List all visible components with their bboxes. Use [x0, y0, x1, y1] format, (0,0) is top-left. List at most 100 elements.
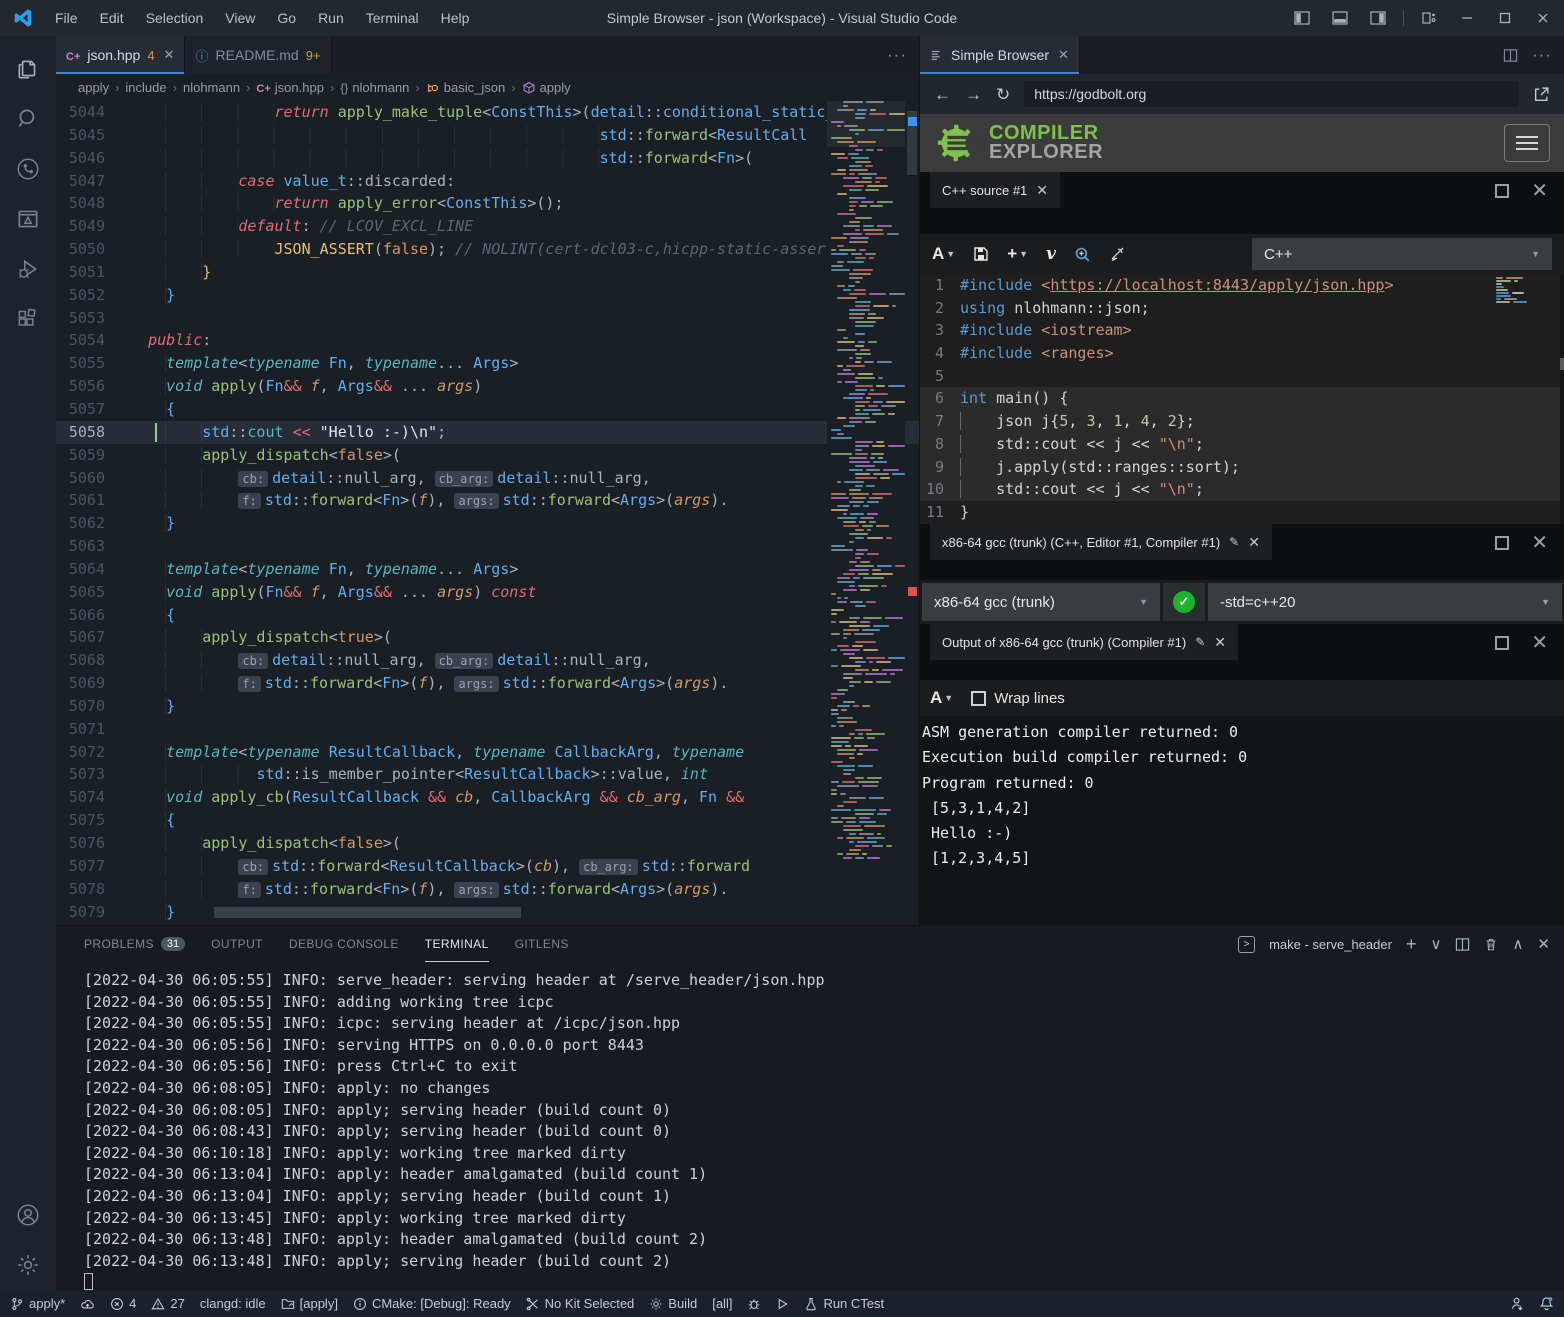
panel-tab-gitlens[interactable]: GITLENS	[515, 926, 569, 962]
font-size-icon[interactable]: A▼	[932, 244, 955, 264]
activitybar-account-icon[interactable]	[4, 1190, 52, 1240]
breadcrumb-item-json.hpp[interactable]: C+json.hpp	[256, 80, 324, 95]
more-actions-icon[interactable]: ···	[1532, 45, 1552, 65]
add-pane-icon[interactable]: +▼	[1007, 244, 1028, 264]
zoom-icon[interactable]	[1074, 246, 1091, 263]
maximize-panel-icon[interactable]: ∧	[1512, 935, 1523, 953]
godbolt-scrollbar[interactable]	[1560, 274, 1564, 524]
status-git-branch[interactable]: apply*	[10, 1296, 65, 1311]
status-cmake-kit[interactable]: No Kit Selected	[526, 1296, 635, 1311]
godbolt-source-editor[interactable]: 1#include <https://localhost:8443/apply/…	[920, 274, 1564, 524]
status-publish-changes[interactable]	[80, 1297, 95, 1311]
close-tab-icon[interactable]: ✕	[1058, 47, 1069, 63]
tool-icon[interactable]	[1109, 246, 1125, 262]
close-window-icon[interactable]	[1526, 4, 1560, 32]
menu-run[interactable]: Run	[309, 6, 353, 30]
status-feedback[interactable]	[1510, 1296, 1525, 1311]
toggle-sidebar-icon[interactable]	[1285, 4, 1319, 32]
code-editor[interactable]: 5044 return apply_make_tuple<ConstThis>(…	[56, 101, 919, 925]
maximize-pane-icon[interactable]	[1495, 184, 1509, 198]
breadcrumb-item-apply[interactable]: apply	[522, 80, 571, 95]
close-tab-icon[interactable]: ✕	[164, 47, 175, 63]
save-icon[interactable]	[973, 246, 989, 262]
menu-selection[interactable]: Selection	[137, 6, 213, 30]
terminal-session-label[interactable]: make - serve_header	[1269, 937, 1392, 952]
tab-simple-browser[interactable]: Simple Browser ✕	[920, 36, 1080, 74]
panel-tab-terminal[interactable]: TERMINAL	[425, 926, 489, 962]
customize-layout-icon[interactable]	[1412, 4, 1446, 32]
status-cmake-build[interactable]: Build	[649, 1296, 697, 1311]
compiler-pane-tab[interactable]: x86-64 gcc (trunk) (C++, Editor #1, Comp…	[930, 524, 1272, 560]
split-editor-icon[interactable]	[1503, 48, 1518, 63]
activitybar-settings-icon[interactable]	[4, 1240, 52, 1290]
rename-pane-icon[interactable]: ✎	[1195, 635, 1205, 649]
breadcrumb-item-include[interactable]: include	[125, 80, 166, 95]
activitybar-files-icon[interactable]	[4, 44, 52, 94]
vertical-scrollbar[interactable]	[905, 101, 919, 925]
status-problems-errors[interactable]: 4	[110, 1296, 136, 1311]
status-problems-warnings[interactable]: 27	[151, 1296, 184, 1311]
url-input[interactable]: https://godbolt.org	[1024, 81, 1519, 107]
horizontal-scrollbar[interactable]	[214, 907, 521, 918]
toggle-panel-icon[interactable]	[1323, 4, 1357, 32]
status-cmake-project[interactable]: [apply]	[281, 1296, 338, 1311]
status-debug-target[interactable]	[747, 1297, 761, 1311]
status-launch-target[interactable]	[776, 1297, 789, 1311]
activitybar-extensions-icon[interactable]	[4, 294, 52, 344]
breadcrumb-item-basic_json[interactable]: basic_json	[426, 80, 505, 95]
activitybar-source-control-icon[interactable]	[4, 144, 52, 194]
tab-readme-md[interactable]: ⓘREADME.md9+	[185, 36, 331, 74]
maximize-pane-icon[interactable]	[1495, 636, 1509, 650]
status-run-ctest[interactable]: Run CTest	[804, 1296, 884, 1311]
forward-icon[interactable]: →	[965, 86, 982, 103]
more-actions-icon[interactable]: ···	[887, 45, 907, 65]
language-select[interactable]: C++▼	[1252, 238, 1552, 270]
menu-view[interactable]: View	[216, 6, 264, 30]
hamburger-menu-icon[interactable]	[1504, 124, 1550, 162]
status-cmake-target[interactable]: [all]	[712, 1296, 732, 1311]
close-pane-icon[interactable]: ✕	[1531, 636, 1548, 650]
tab-json-hpp[interactable]: C+json.hpp4✕	[56, 36, 185, 74]
reload-icon[interactable]: ↻	[996, 86, 1010, 103]
breadcrumb-item-nlohmann[interactable]: {}nlohmann	[340, 80, 409, 95]
close-panel-icon[interactable]: ✕	[1537, 935, 1550, 953]
status-notifications[interactable]	[1539, 1296, 1554, 1311]
compiler-explorer-logo[interactable]: COMPILER EXPLORER	[934, 120, 1103, 166]
source-pane-tab[interactable]: C++ source #1 ✕	[930, 172, 1060, 208]
maximize-pane-icon[interactable]	[1495, 536, 1509, 550]
wrap-lines-checkbox[interactable]	[971, 691, 986, 706]
status-clangd-status[interactable]: clangd: idle	[200, 1296, 266, 1311]
compiler-select[interactable]: x86-64 gcc (trunk)▼	[922, 583, 1160, 621]
toggle-secondary-sidebar-icon[interactable]	[1361, 4, 1395, 32]
panel-tab-debug-console[interactable]: DEBUG CONSOLE	[289, 926, 399, 962]
close-pane-icon[interactable]: ✕	[1531, 536, 1548, 550]
menu-edit[interactable]: Edit	[91, 6, 133, 30]
breadcrumb-item-nlohmann[interactable]: nlohmann	[183, 80, 240, 95]
activitybar-search-icon[interactable]	[4, 94, 52, 144]
close-pane-icon[interactable]: ✕	[1214, 634, 1226, 651]
terminal-dropdown-icon[interactable]: ∨	[1430, 935, 1441, 953]
maximize-icon[interactable]	[1488, 4, 1522, 32]
menu-file[interactable]: File	[46, 6, 87, 30]
menu-terminal[interactable]: Terminal	[357, 6, 428, 30]
close-pane-icon[interactable]: ✕	[1248, 534, 1260, 551]
close-pane-icon[interactable]: ✕	[1531, 184, 1548, 198]
minimize-icon[interactable]	[1450, 4, 1484, 32]
close-pane-icon[interactable]: ✕	[1036, 182, 1048, 199]
activitybar-cmake-icon[interactable]	[4, 194, 52, 244]
back-icon[interactable]: ←	[934, 86, 951, 103]
minimap[interactable]	[827, 101, 905, 925]
open-external-icon[interactable]	[1533, 86, 1550, 103]
panel-tab-problems[interactable]: PROBLEMS31	[84, 926, 185, 962]
rename-pane-icon[interactable]: ✎	[1229, 535, 1239, 549]
activitybar-debug-icon[interactable]	[4, 244, 52, 294]
panel-tab-output[interactable]: OUTPUT	[211, 926, 263, 962]
kill-terminal-icon[interactable]	[1484, 937, 1498, 952]
menu-go[interactable]: Go	[268, 6, 305, 30]
new-terminal-icon[interactable]: +	[1406, 934, 1417, 955]
status-cmake-status[interactable]: CMake: [Debug]: Ready	[353, 1296, 511, 1311]
terminal-output[interactable]: [2022-04-30 06:05:55] INFO: serve_header…	[56, 962, 1564, 1290]
output-pane-tab[interactable]: Output of x86-64 gcc (trunk) (Compiler #…	[930, 624, 1238, 660]
font-size-icon[interactable]: A▼	[930, 688, 953, 708]
split-terminal-icon[interactable]	[1455, 937, 1470, 952]
